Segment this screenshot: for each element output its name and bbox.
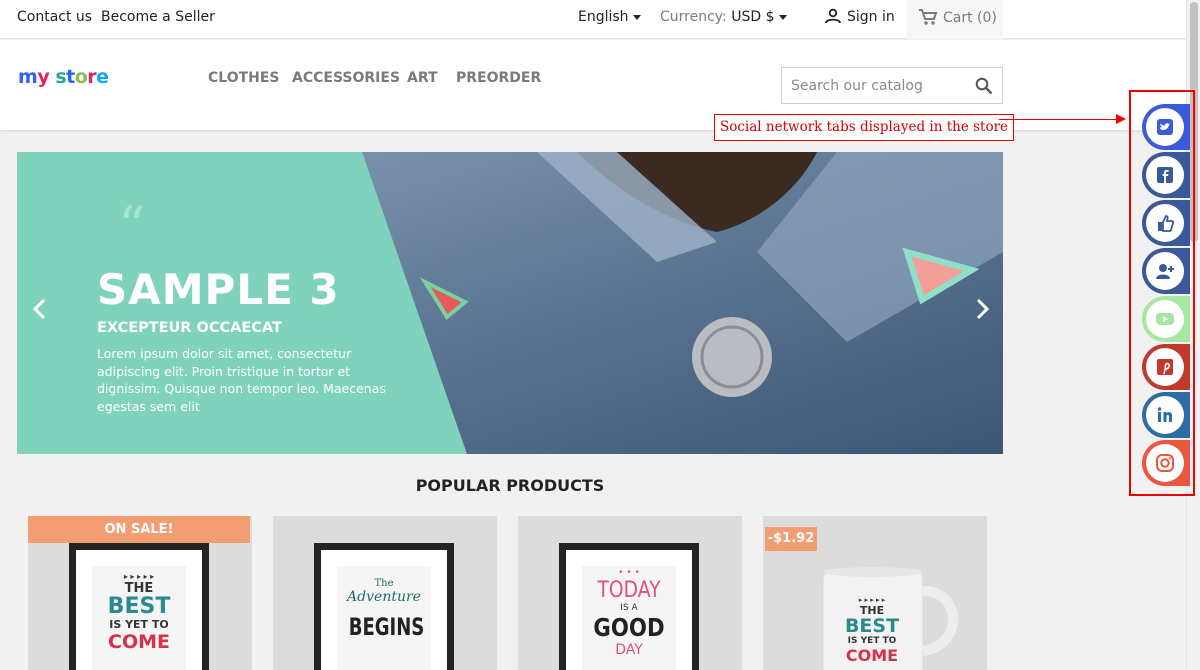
top-nav: Contact us Become a Seller English Curre… [0, 0, 1186, 39]
slide-description: Lorem ipsum dolor sit amet, consectetur … [97, 346, 386, 414]
social-tab-instagram[interactable] [1142, 440, 1190, 486]
slide-title: SAMPLE 3 [97, 265, 340, 314]
poster-line: TODAY [597, 578, 661, 603]
social-tab-circle [1146, 204, 1184, 242]
store-logo[interactable]: my store [18, 66, 109, 88]
linkedin-icon [1157, 407, 1172, 422]
search-input[interactable] [782, 68, 972, 103]
pinterest-icon [1157, 359, 1173, 375]
poster-line: Adventure [347, 589, 421, 605]
poster-line: COME [108, 631, 170, 653]
social-tab-youtube[interactable] [1142, 296, 1190, 342]
poster-line: GOOD [593, 613, 665, 642]
currency-selector[interactable]: Currency: USD $ [660, 9, 787, 25]
product-card[interactable]: ON SALE! ▸ ▸ ▸ ▸ ▸ THE BEST IS YET TO CO… [28, 516, 252, 670]
chevron-down-icon [632, 14, 641, 20]
cart-button[interactable]: Cart (0) [907, 0, 1003, 39]
slide-subtitle: EXCEPTEUR OCCAECAT [97, 320, 282, 336]
poster-line: COME [845, 646, 899, 665]
poster-line: IS YET TO [847, 636, 897, 646]
product-image: ▸ ▸ ▸ ▸ ▸ THE BEST IS YET TO COME [69, 543, 209, 670]
like-icon [1158, 215, 1175, 232]
currency-label: Currency: [660, 9, 727, 25]
poster-line: IS A [620, 603, 638, 613]
poster-line: The [374, 578, 394, 589]
sale-badge: ON SALE! [28, 516, 250, 543]
search-icon[interactable] [975, 77, 993, 95]
sign-in-link[interactable]: Sign in [824, 8, 895, 25]
annotation-label: Social network tabs displayed in the sto… [714, 114, 1015, 141]
chevron-down-icon [778, 14, 787, 20]
social-tab-like[interactable] [1142, 200, 1190, 246]
become-seller-link[interactable]: Become a Seller [101, 9, 215, 25]
social-tab-linkedin[interactable] [1142, 392, 1190, 438]
social-tab-twitter[interactable] [1142, 104, 1190, 150]
product-card[interactable]: The Adventure BEGINS [273, 516, 497, 670]
menu-art[interactable]: ART [407, 70, 438, 86]
social-tab-circle [1146, 156, 1184, 194]
social-tab-circle [1146, 444, 1184, 482]
instagram-icon [1156, 454, 1174, 472]
quote-mark: “ [118, 195, 146, 258]
carousel-next-icon[interactable] [972, 298, 992, 320]
annotation-arrow [999, 119, 1117, 120]
product-image: • • • TODAY IS A GOOD DAY [559, 543, 699, 670]
poster-line: IS YET TO [109, 618, 169, 631]
social-tab-circle [1146, 396, 1184, 434]
hero-carousel[interactable]: “ SAMPLE 3 EXCEPTEUR OCCAECAT Lorem ipsu… [17, 152, 1003, 454]
contact-link[interactable]: Contact us [17, 9, 92, 25]
carousel-prev-icon[interactable] [30, 298, 50, 320]
social-tab-circle [1146, 252, 1184, 290]
cart-icon [919, 9, 938, 25]
social-tab-circle [1146, 108, 1184, 146]
popular-products-title: POPULAR PRODUCTS [415, 476, 605, 495]
social-tab-facebook[interactable] [1142, 152, 1190, 198]
menu-clothes[interactable]: CLOTHES [208, 70, 280, 86]
poster-line: • • • [618, 568, 640, 578]
language-selector[interactable]: English [578, 9, 641, 25]
twitter-icon [1157, 119, 1173, 135]
product-image: The Adventure BEGINS [314, 543, 454, 670]
mug-print: ▸ ▸ ▸ ▸ ▸ THE BEST IS YET TO COME [833, 596, 911, 665]
poster-line: BEST [844, 615, 900, 637]
social-tab-follow[interactable] [1142, 248, 1190, 294]
menu-accessories[interactable]: ACCESSORIES [292, 70, 400, 86]
annotation-arrowhead [1116, 114, 1126, 124]
language-label: English [578, 9, 629, 25]
poster-line: DAY [615, 642, 643, 658]
menu-preorder[interactable]: PREORDER [456, 70, 541, 86]
sign-in-label: Sign in [847, 9, 895, 25]
currency-value: USD $ [731, 9, 775, 25]
discount-badge: -$1.92 [765, 527, 817, 551]
facebook-icon [1157, 167, 1173, 183]
product-card[interactable]: -$1.92 ▸ ▸ ▸ ▸ ▸ THE BEST IS YET TO COME [763, 516, 987, 670]
poster-line: ▸ ▸ ▸ ▸ ▸ [123, 572, 155, 581]
social-tab-pinterest[interactable] [1142, 344, 1190, 390]
poster-line: ▸ ▸ ▸ ▸ ▸ [858, 596, 886, 604]
cart-label: Cart (0) [943, 10, 997, 26]
social-tab-circle [1146, 300, 1184, 338]
user-icon [825, 8, 841, 24]
social-tab-circle [1146, 348, 1184, 386]
search-box [781, 67, 1003, 104]
youtube-icon [1156, 313, 1174, 325]
poster-line: BEGINS [348, 613, 425, 641]
follow-icon [1156, 264, 1174, 279]
poster-line: BEST [107, 594, 171, 619]
product-card[interactable]: • • • TODAY IS A GOOD DAY [518, 516, 742, 670]
